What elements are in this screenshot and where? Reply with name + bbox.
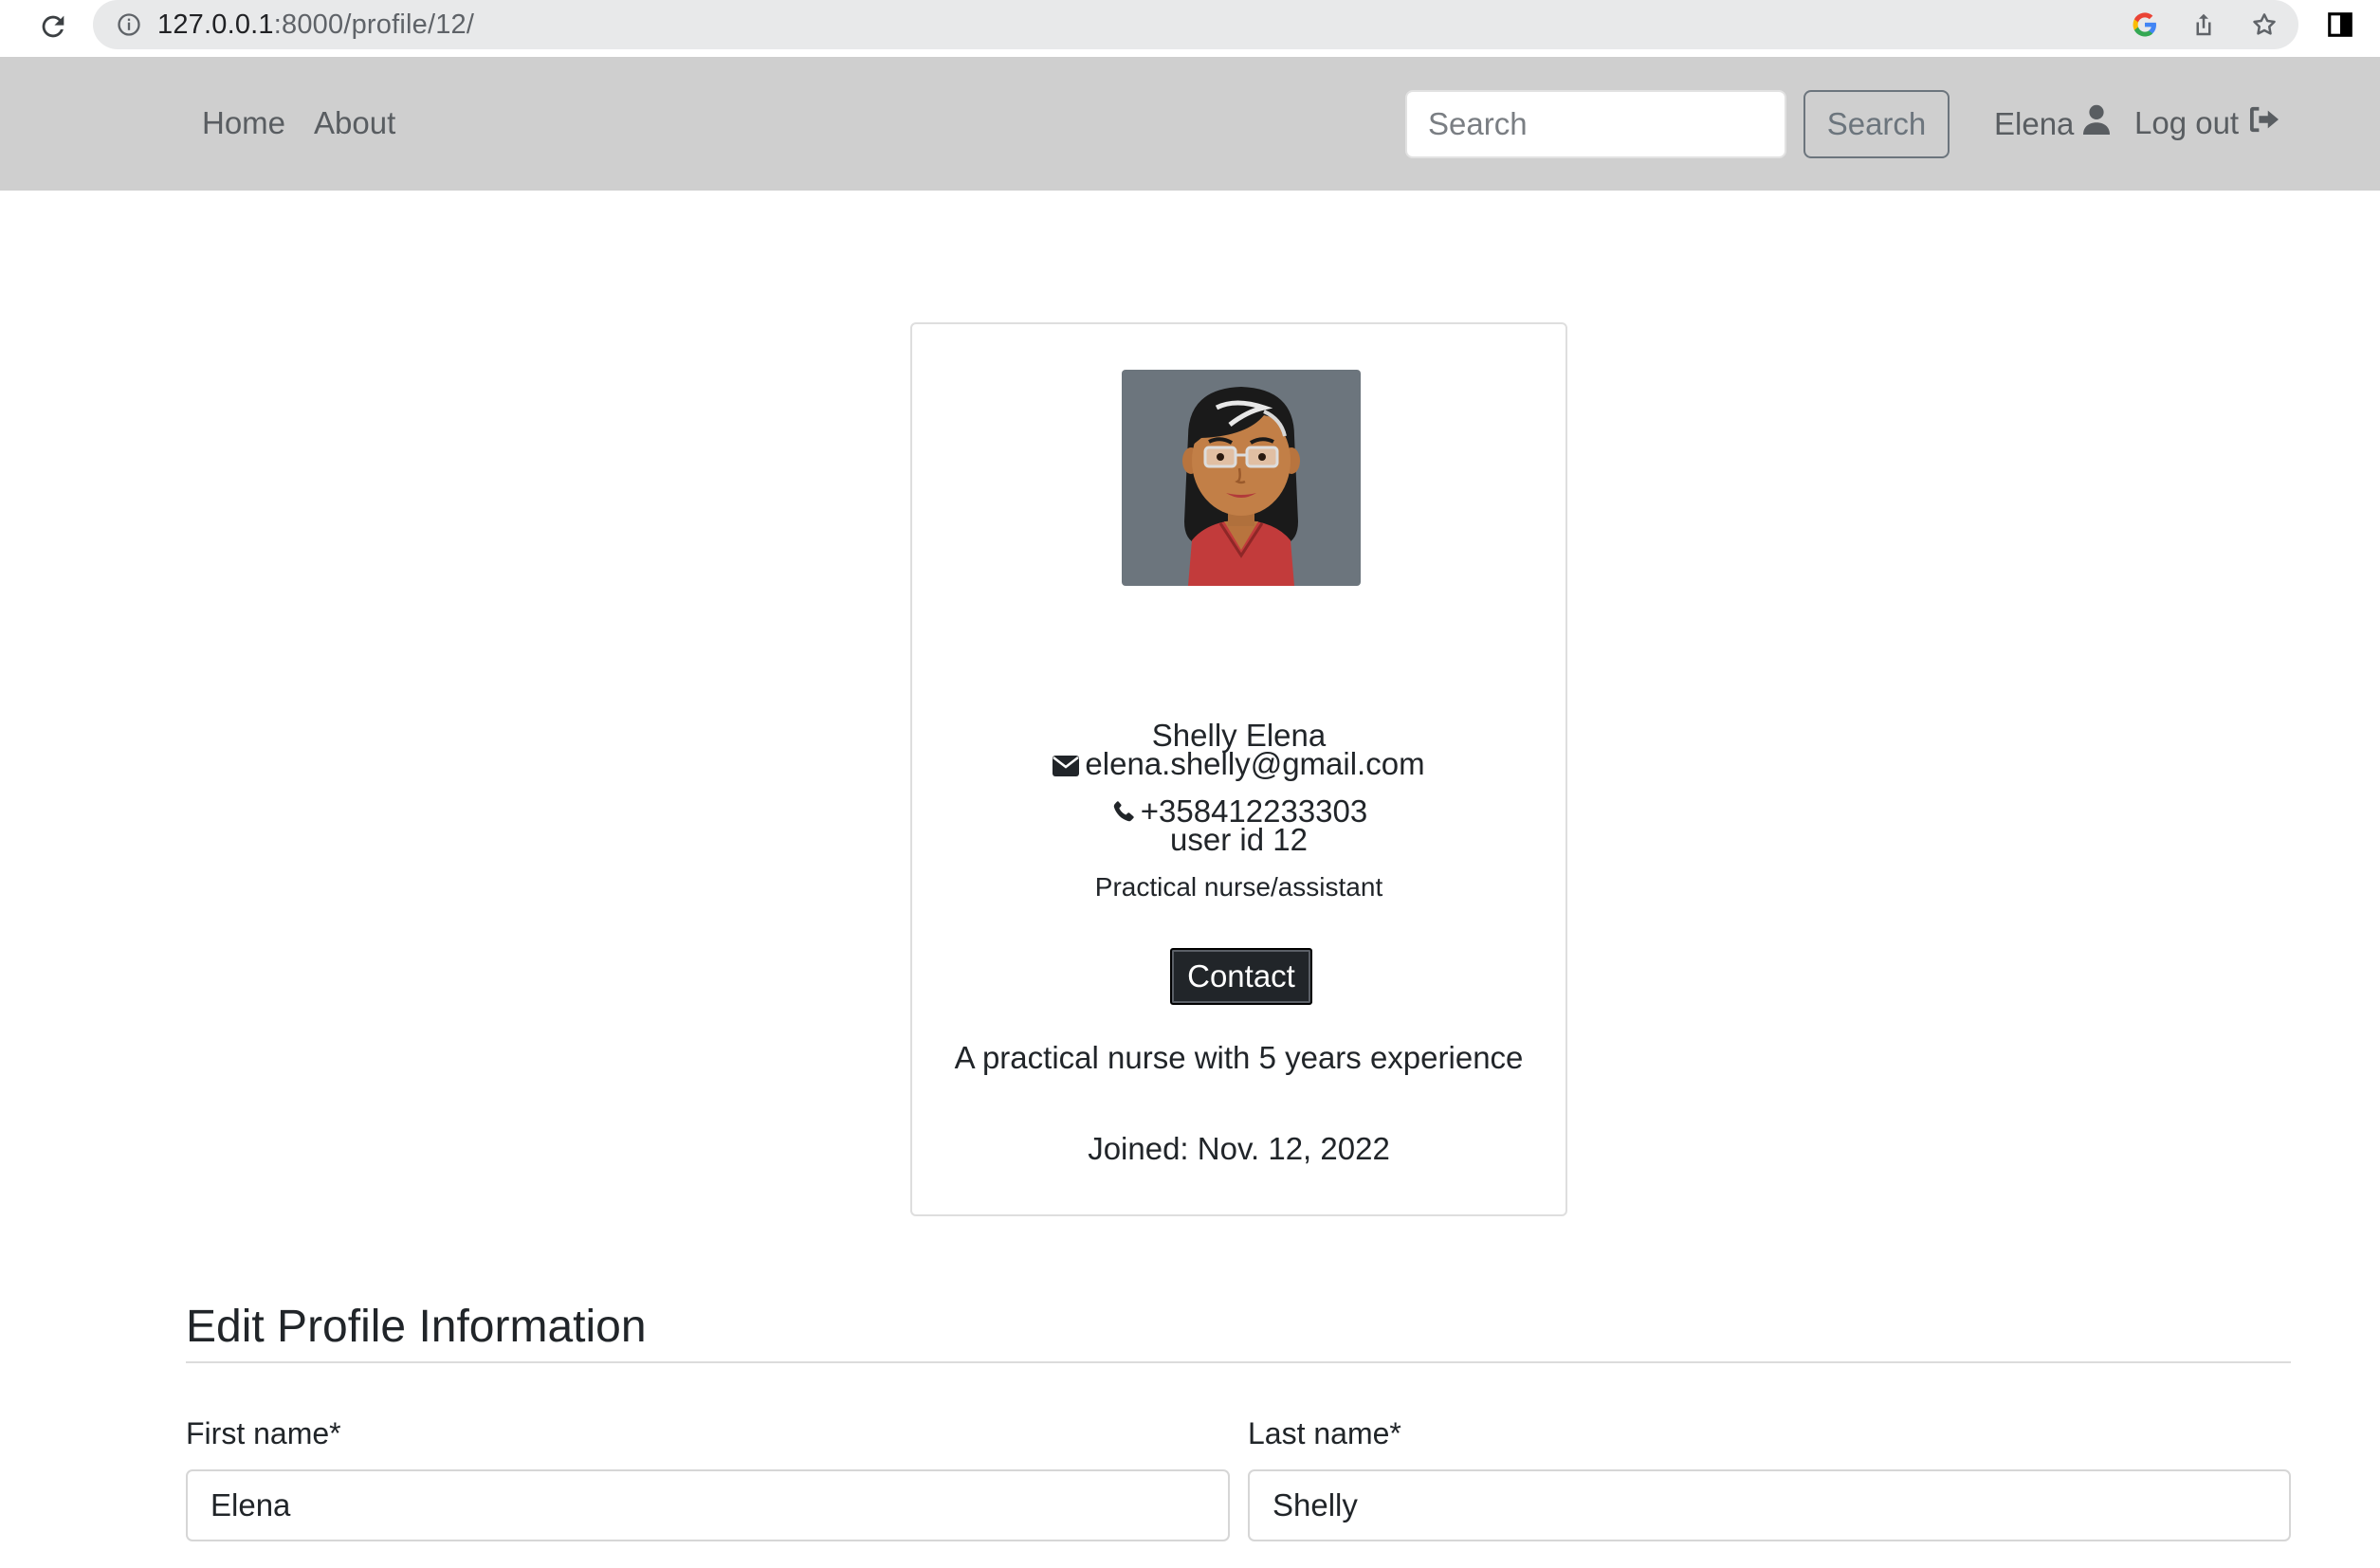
bookmark-star-icon[interactable] xyxy=(2245,6,2283,44)
profile-email-row: elena.shelly@gmail.com xyxy=(912,745,1565,785)
site-navbar: Home About Search Elena Log out xyxy=(0,57,2380,191)
url-path: :8000/profile/12/ xyxy=(273,9,475,40)
user-profile-link[interactable]: Elena xyxy=(1994,104,2111,143)
side-panel-icon[interactable] xyxy=(2321,6,2359,44)
search-input[interactable] xyxy=(1405,90,1786,158)
nav-about-link[interactable]: About xyxy=(314,104,395,142)
logout-link[interactable]: Log out xyxy=(2134,104,2280,142)
profile-bio: A practical nurse with 5 years experienc… xyxy=(954,1040,1524,1075)
logout-label: Log out xyxy=(2134,105,2240,140)
first-name-label: First name* xyxy=(186,1416,341,1450)
profile-email: elena.shelly@gmail.com xyxy=(1085,746,1425,781)
nav-home-link[interactable]: Home xyxy=(202,104,285,142)
last-name-label: Last name* xyxy=(1248,1416,1401,1450)
user-name: Elena xyxy=(1994,105,2075,141)
search-button[interactable]: Search xyxy=(1803,90,1950,158)
edit-profile-heading: Edit Profile Information xyxy=(186,1302,647,1352)
profile-joined-date: Joined: Nov. 12, 2022 xyxy=(1088,1131,1390,1166)
avatar xyxy=(1122,370,1361,586)
section-divider xyxy=(186,1361,2291,1363)
contact-button[interactable]: Contact xyxy=(1170,948,1312,1005)
site-info-icon[interactable] xyxy=(114,9,144,40)
envelope-icon xyxy=(1053,747,1080,785)
last-name-field[interactable] xyxy=(1248,1469,2291,1541)
profile-card: Shelly Elena elena.shelly@gmail.com +358… xyxy=(910,322,1567,1216)
google-icon[interactable] xyxy=(2126,6,2164,44)
profile-occupation: Practical nurse/assistant xyxy=(1094,872,1383,902)
profile-user-id: user id 12 xyxy=(1170,822,1308,857)
share-icon[interactable] xyxy=(2185,6,2223,44)
user-icon xyxy=(2083,104,2111,143)
url-text: 127.0.0.1:8000/profile/12/ xyxy=(157,8,474,42)
url-host: 127.0.0.1 xyxy=(157,9,274,40)
reload-icon[interactable] xyxy=(32,6,74,47)
first-name-field[interactable] xyxy=(186,1469,1230,1541)
browser-toolbar: 127.0.0.1:8000/profile/12/ xyxy=(0,0,2380,57)
sign-out-icon xyxy=(2248,104,2280,142)
address-bar[interactable]: 127.0.0.1:8000/profile/12/ xyxy=(93,0,2298,49)
avatar-illustration xyxy=(1182,387,1300,586)
